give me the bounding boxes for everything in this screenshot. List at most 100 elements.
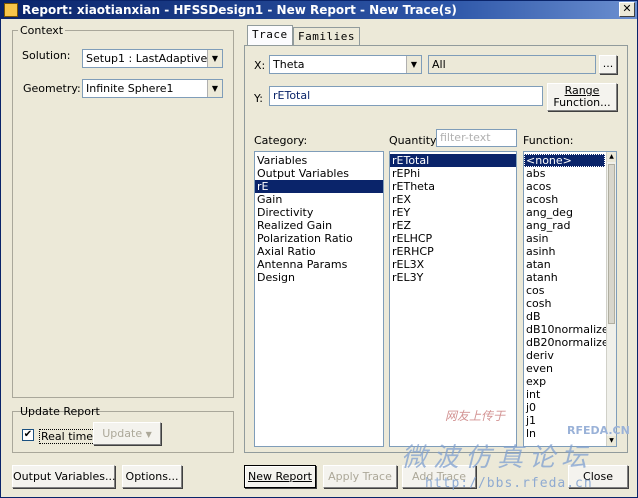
quantity-item[interactable]: rERHCP [390,245,516,258]
update-report-label: Update Report [20,405,100,418]
function-item[interactable]: asinh [524,245,605,258]
quantity-item[interactable]: rEPhi [390,167,516,180]
function-item[interactable]: deriv [524,349,605,362]
tab-trace[interactable]: Trace [247,25,293,46]
x-axis-label: X: [254,59,266,72]
output-variables-button[interactable]: Output Variables... [12,465,115,488]
function-item[interactable]: cos [524,284,605,297]
category-item[interactable]: Antenna Params [255,258,383,271]
function-item[interactable]: cosh [524,297,605,310]
category-item[interactable]: Realized Gain [255,219,383,232]
category-item[interactable]: Directivity [255,206,383,219]
y-axis-label: Y: [254,92,263,105]
category-item[interactable]: Output Variables [255,167,383,180]
range-function-line2: Function... [553,96,611,109]
solution-dropdown[interactable]: Setup1 : LastAdaptive ▼ [82,49,223,68]
tab-trace-label: Trace [252,28,288,41]
geometry-value: Infinite Sphere1 [86,82,174,95]
close-label: Close [583,470,613,483]
geometry-dropdown[interactable]: Infinite Sphere1 ▼ [82,79,223,98]
report-dialog: Report: xiaotianxian - HFSSDesign1 - New… [0,0,638,498]
function-item[interactable]: dB10normalize [524,323,609,336]
range-function-button[interactable]: Range Function... [547,83,617,111]
window-title: Report: xiaotianxian - HFSSDesign1 - New… [22,3,457,17]
category-label: Category: [254,134,308,147]
solution-value: Setup1 : LastAdaptive [86,52,208,65]
function-item[interactable]: dB20normalize [524,336,609,349]
category-item[interactable]: Polarization Ratio [255,232,383,245]
function-item[interactable]: exp [524,375,605,388]
function-item[interactable]: atan [524,258,605,271]
function-item[interactable]: acosh [524,193,605,206]
scroll-up-icon[interactable]: ▲ [607,152,616,162]
app-icon [4,3,18,17]
tab-families-label: Families [298,30,355,43]
update-button-label: Update [102,427,143,440]
quantity-label: Quantity: [389,134,440,147]
category-list[interactable]: Variables Output Variables rE Gain Directivi… [254,151,384,447]
scroll-thumb[interactable] [608,164,615,324]
function-list[interactable]: <none> abs acos acosh ang_deg ang_rad asin asin… [523,151,617,447]
quantity-filter-input[interactable]: filter-text [436,129,517,147]
scroll-down-icon[interactable]: ▼ [607,436,616,446]
y-expression-input[interactable]: rETotal [269,86,543,106]
function-list-scrollbar[interactable]: ▲ ▼ [606,152,616,446]
category-item[interactable]: Design [255,271,383,284]
title-bar[interactable]: Report: xiaotianxian - HFSSDesign1 - New… [1,1,637,19]
realtime-label[interactable]: Real time [39,429,96,444]
category-item[interactable]: Variables [255,154,383,167]
chevron-down-icon: ▼ [406,56,421,73]
function-item[interactable]: abs [524,167,605,180]
quantity-item[interactable]: rETheta [390,180,516,193]
function-item[interactable]: asin [524,232,605,245]
x-more-button-label: ... [602,57,614,70]
quantity-list[interactable]: rETotal rEPhi rETheta rEX rEY rEZ rELHCP rERHCP… [389,151,517,447]
new-report-label: New Report [248,470,312,483]
category-item[interactable]: Gain [255,193,383,206]
function-item[interactable]: even [524,362,605,375]
geometry-label: Geometry: [23,82,81,95]
category-item[interactable]: Axial Ratio [255,245,383,258]
close-button[interactable]: Close [568,465,628,488]
function-item[interactable]: <none> [524,154,605,167]
function-item[interactable]: ang_deg [524,206,605,219]
context-group-label: Context [18,24,66,37]
add-trace-label: Add Trace [412,470,466,483]
function-item[interactable]: dB [524,310,605,323]
apply-trace-button[interactable]: Apply Trace [323,465,397,488]
function-item[interactable]: ang_rad [524,219,605,232]
function-item[interactable]: j0 [524,401,605,414]
x-value: Theta [273,58,305,71]
add-trace-button[interactable]: Add Trace [402,465,476,488]
x-secondary-field[interactable]: All [428,55,596,74]
options-button[interactable]: Options... [122,465,182,488]
caret-down-icon: ▼ [145,430,152,439]
quantity-item[interactable]: rEZ [390,219,516,232]
quantity-item[interactable]: rEY [390,206,516,219]
quantity-item[interactable]: rETotal [390,154,516,167]
quantity-filter-placeholder: filter-text [440,131,491,144]
new-report-button[interactable]: New Report [244,465,316,488]
function-item[interactable]: int [524,388,605,401]
quantity-item[interactable]: rELHCP [390,232,516,245]
update-button[interactable]: Update ▼ [93,422,161,445]
quantity-item[interactable]: rEL3Y [390,271,516,284]
window-close-button[interactable]: ✕ [619,2,635,17]
function-item[interactable]: acos [524,180,605,193]
function-item[interactable]: atanh [524,271,605,284]
function-item[interactable]: j1 [524,414,605,427]
apply-trace-label: Apply Trace [328,470,392,483]
output-variables-label: Output Variables... [13,470,116,483]
x-secondary-value: All [432,58,446,71]
x-more-button[interactable]: ... [599,55,617,74]
quantity-item[interactable]: rEX [390,193,516,206]
options-label: Options... [125,470,179,483]
x-quantity-dropdown[interactable]: Theta ▼ [269,55,422,74]
y-value: rETotal [273,89,311,102]
chevron-down-icon: ▼ [207,50,222,67]
category-item[interactable]: rE [255,180,383,193]
tab-families[interactable]: Families [293,27,360,46]
quantity-item[interactable]: rEL3X [390,258,516,271]
function-item[interactable]: ln [524,427,605,440]
realtime-checkbox[interactable]: ✔ [22,429,34,441]
